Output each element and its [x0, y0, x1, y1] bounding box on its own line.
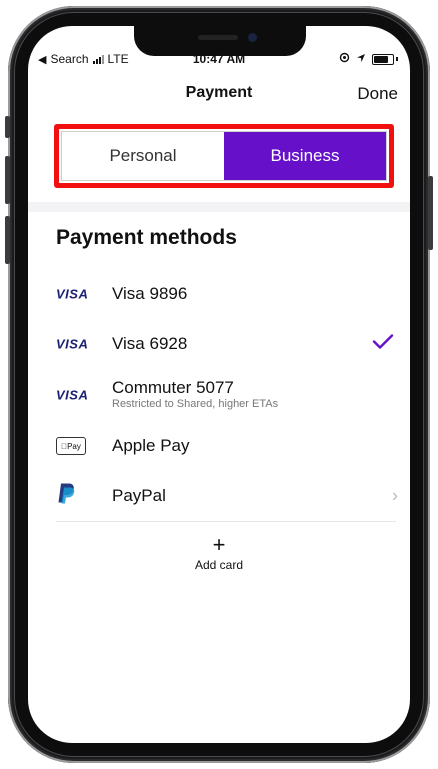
payment-method-label: Commuter 5077 — [112, 378, 234, 397]
plus-icon: + — [212, 532, 226, 557]
front-camera — [248, 33, 257, 42]
orientation-lock-icon — [339, 52, 350, 66]
phone-screen: ◀ Search LTE 10:47 AM Payment Done Perso… — [28, 26, 410, 743]
chevron-right-icon: › — [392, 485, 398, 506]
power-button — [428, 176, 433, 250]
done-button[interactable]: Done — [357, 84, 398, 104]
payment-method-label: Apple Pay — [112, 436, 190, 455]
add-card-label: Add card — [194, 558, 244, 572]
list-divider — [56, 521, 396, 522]
add-card-button[interactable]: + Add card — [28, 532, 410, 573]
nav-bar: Payment Done — [28, 84, 410, 108]
status-bar: ◀ Search LTE 10:47 AM — [28, 52, 410, 68]
volume-down-button — [5, 216, 10, 264]
payment-method-label: PayPal — [112, 486, 166, 505]
visa-logo-icon: VISA — [56, 387, 89, 403]
payment-method-apple-pay[interactable]: Pay Apple Pay — [28, 424, 410, 468]
payment-method-visa-9896[interactable]: VISA Visa 9896 — [28, 272, 410, 316]
payment-method-restriction-note: Restricted to Shared, higher ETAs — [112, 398, 279, 410]
profile-segmented-control: Personal Business — [61, 131, 387, 181]
segment-personal[interactable]: Personal — [62, 132, 224, 180]
segment-business[interactable]: Business — [224, 132, 386, 180]
mute-switch — [5, 116, 10, 138]
apple-pay-brand-text: Pay — [64, 441, 81, 451]
payment-method-paypal[interactable]: PayPal › — [28, 474, 410, 518]
volume-up-button — [5, 156, 10, 204]
section-divider — [28, 202, 410, 212]
section-title: Payment methods — [56, 226, 237, 249]
page-title: Payment — [185, 84, 253, 101]
payment-method-commuter-5077[interactable]: VISA Commuter 5077 Restricted to Shared,… — [28, 372, 410, 418]
payment-method-visa-6928[interactable]: VISA Visa 6928 — [28, 322, 410, 366]
battery-tip — [396, 57, 398, 61]
checkmark-icon — [372, 334, 394, 355]
paypal-logo-icon — [56, 482, 76, 511]
speaker-grille — [198, 35, 238, 40]
visa-logo-icon: VISA — [56, 286, 89, 302]
visa-logo-icon: VISA — [56, 336, 89, 352]
apple-pay-logo-icon: Pay — [56, 437, 86, 455]
payment-method-label: Visa 6928 — [112, 334, 188, 353]
location-icon — [356, 52, 366, 66]
battery-icon — [372, 53, 394, 65]
payment-method-label: Visa 9896 — [112, 284, 188, 303]
